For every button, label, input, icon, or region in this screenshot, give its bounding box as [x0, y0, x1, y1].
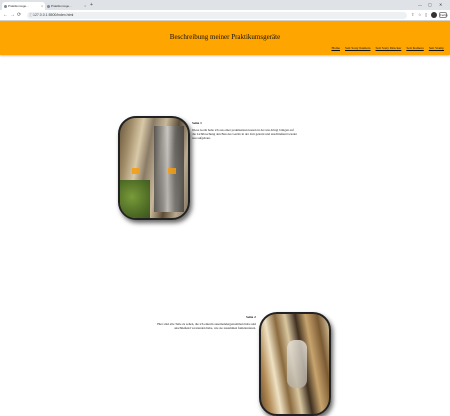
nav-link-sony-kamera[interactable]: Seit Sony Kamera — [345, 46, 370, 50]
page-title: Beschreibung meiner Praktikumsgeräte — [169, 33, 281, 41]
address-bar[interactable]: ⓘ 127.0.0.1:5500/index.html — [27, 12, 407, 19]
section-title: Seite 1 — [192, 121, 202, 125]
tab-label: Praktikumsge… — [51, 4, 73, 8]
browser-tab[interactable]: Praktikumsge… × — [45, 2, 88, 10]
profile-avatar[interactable] — [431, 12, 437, 18]
page-header: Beschreibung meiner Praktikumsgeräte Hom… — [0, 21, 450, 55]
url-text: 127.0.0.1:5500/index.html — [33, 13, 74, 17]
section-title: Seite 2 — [246, 315, 256, 319]
photo-detail — [132, 168, 140, 174]
nav-link-home[interactable]: Home — [331, 46, 340, 50]
share-icon[interactable]: ⇪ — [411, 12, 414, 18]
tab-close-icon[interactable]: × — [41, 4, 43, 8]
bookmark-star-icon[interactable]: ☆ — [418, 12, 422, 18]
new-tab-button[interactable]: + — [90, 2, 93, 8]
browser-toolbar: ← → ⟳ ⓘ 127.0.0.1:5500/index.html ⇪ ☆ ▯ … — [0, 10, 450, 21]
main-nav: Home Seit Sony Kamera Seit Sony Drucker … — [331, 46, 444, 50]
nav-link-kamera[interactable]: Seit Kamera — [406, 46, 423, 50]
nav-link-sony-drucker[interactable]: Seit Sony Drucker — [375, 46, 401, 50]
tab-favicon-icon — [47, 4, 50, 8]
tab-favicon-icon — [4, 4, 7, 8]
browser-tab-active[interactable]: Praktikumsge… × — [2, 2, 45, 10]
forward-icon[interactable]: → — [10, 12, 15, 18]
tab-close-icon[interactable]: × — [84, 4, 86, 8]
tab-label: Praktikumsge… — [8, 4, 30, 8]
browser-tab-bar: Praktikumsge… × Praktikumsge… × + — ▢ ✕ — [0, 0, 450, 10]
maximize-icon[interactable]: ▢ — [428, 2, 432, 7]
photo-detail — [120, 180, 150, 218]
nav-link-stamp[interactable]: Seit Stamp — [429, 46, 444, 50]
section-text: Hier sind alle Teile zu sehen, die ich e… — [157, 322, 256, 331]
device-photo-2 — [259, 312, 331, 416]
section-text: Diese Gerät habe ich aus einer praktikan… — [192, 128, 297, 141]
extensions-icon[interactable]: ▯ — [425, 12, 427, 18]
photo-detail — [168, 168, 176, 174]
browser-menu-button[interactable]: Fertig — [439, 12, 448, 18]
photo-detail — [287, 340, 307, 388]
site-info-icon[interactable]: ⓘ — [29, 12, 33, 19]
back-icon[interactable]: ← — [3, 12, 8, 18]
minimize-icon[interactable]: — — [418, 2, 422, 7]
reload-icon[interactable]: ⟳ — [17, 12, 21, 18]
device-photo-1 — [118, 116, 190, 220]
close-window-icon[interactable]: ✕ — [439, 2, 442, 7]
